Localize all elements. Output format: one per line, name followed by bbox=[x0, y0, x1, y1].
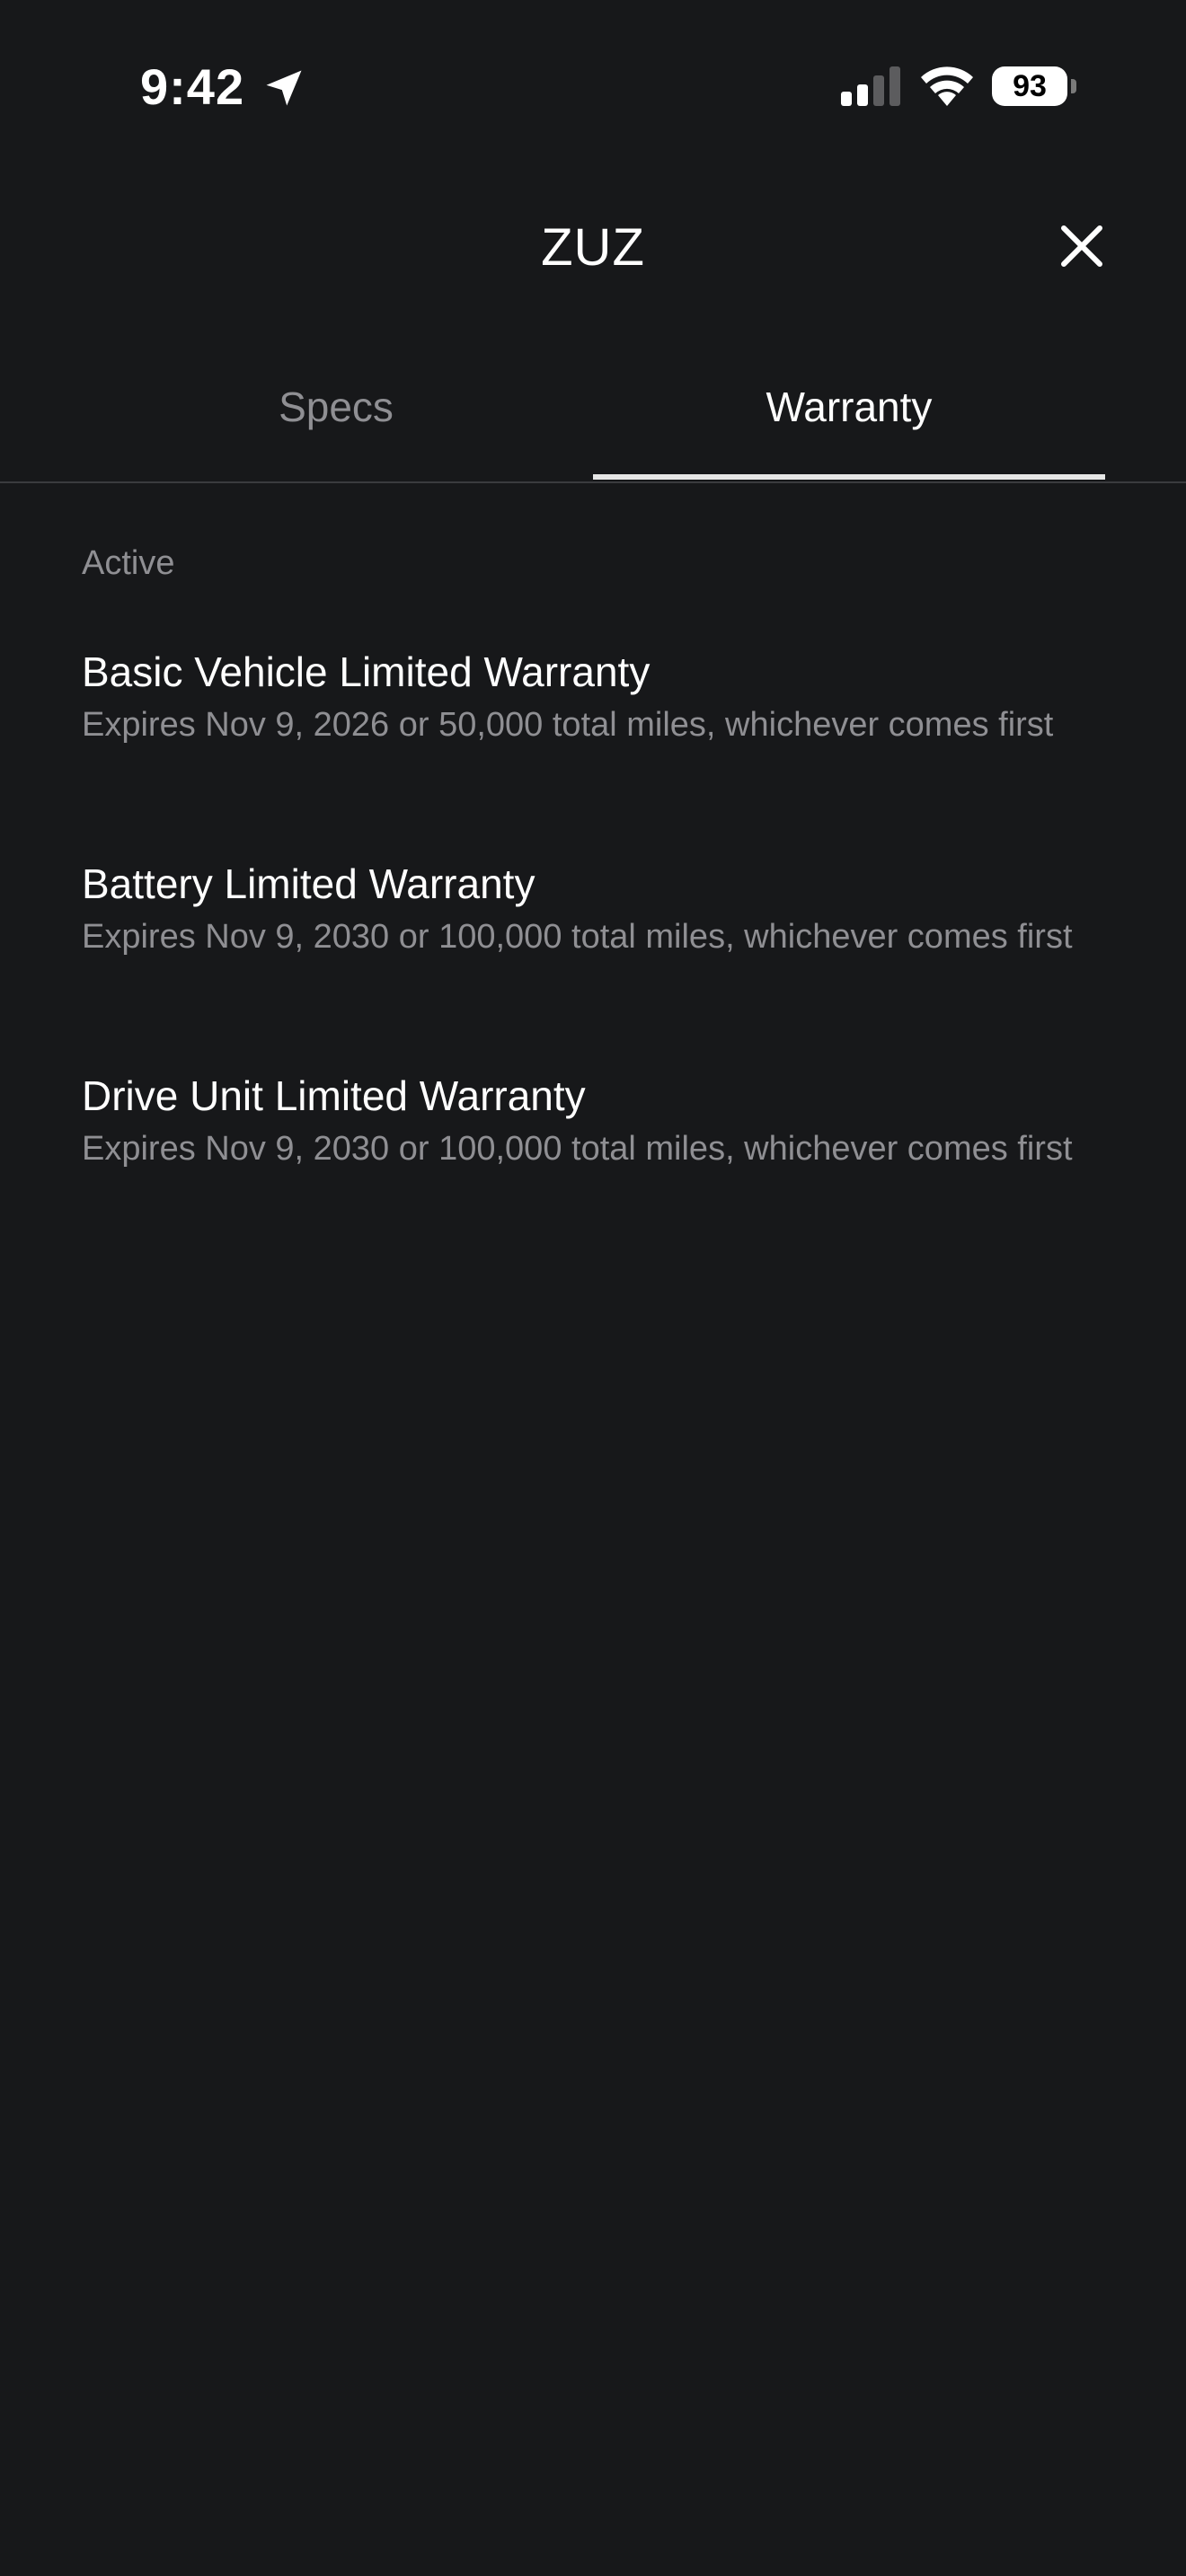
battery-tip bbox=[1071, 79, 1076, 93]
warranty-title: Battery Limited Warranty bbox=[82, 860, 535, 907]
warranty-description: Expires Nov 9, 2030 or 100,000 total mil… bbox=[82, 1130, 1073, 1168]
wifi-icon bbox=[921, 66, 973, 106]
warranty-description: Expires Nov 9, 2026 or 50,000 total mile… bbox=[82, 706, 1054, 744]
list-item: Battery Limited Warranty Expires Nov 9, … bbox=[82, 855, 1106, 1067]
section-label: Active bbox=[82, 544, 175, 582]
close-icon[interactable] bbox=[1057, 221, 1107, 271]
tab-bar: Specs Warranty bbox=[0, 359, 1186, 483]
warranty-title: Drive Unit Limited Warranty bbox=[82, 1072, 586, 1119]
list-item: Drive Unit Limited Warranty Expires Nov … bbox=[82, 1067, 1106, 1279]
battery-indicator: 93 bbox=[992, 66, 1076, 106]
active-tab-indicator bbox=[593, 474, 1105, 480]
location-arrow-icon bbox=[266, 70, 302, 106]
warranty-title: Basic Vehicle Limited Warranty bbox=[82, 648, 651, 695]
tab-specs[interactable]: Specs bbox=[81, 359, 591, 480]
tab-warranty[interactable]: Warranty bbox=[593, 359, 1105, 480]
warranty-description: Expires Nov 9, 2030 or 100,000 total mil… bbox=[82, 918, 1073, 956]
cellular-signal-icon bbox=[841, 66, 900, 106]
list-item: Basic Vehicle Limited Warranty Expires N… bbox=[82, 643, 1106, 855]
page-title: ZUZ bbox=[541, 218, 645, 277]
warranty-list: Basic Vehicle Limited Warranty Expires N… bbox=[82, 643, 1106, 1279]
status-time: 9:42 bbox=[140, 58, 245, 115]
status-bar: 9:42 93 bbox=[0, 0, 1186, 171]
battery-level: 93 bbox=[1013, 69, 1047, 103]
divider bbox=[0, 481, 1186, 483]
